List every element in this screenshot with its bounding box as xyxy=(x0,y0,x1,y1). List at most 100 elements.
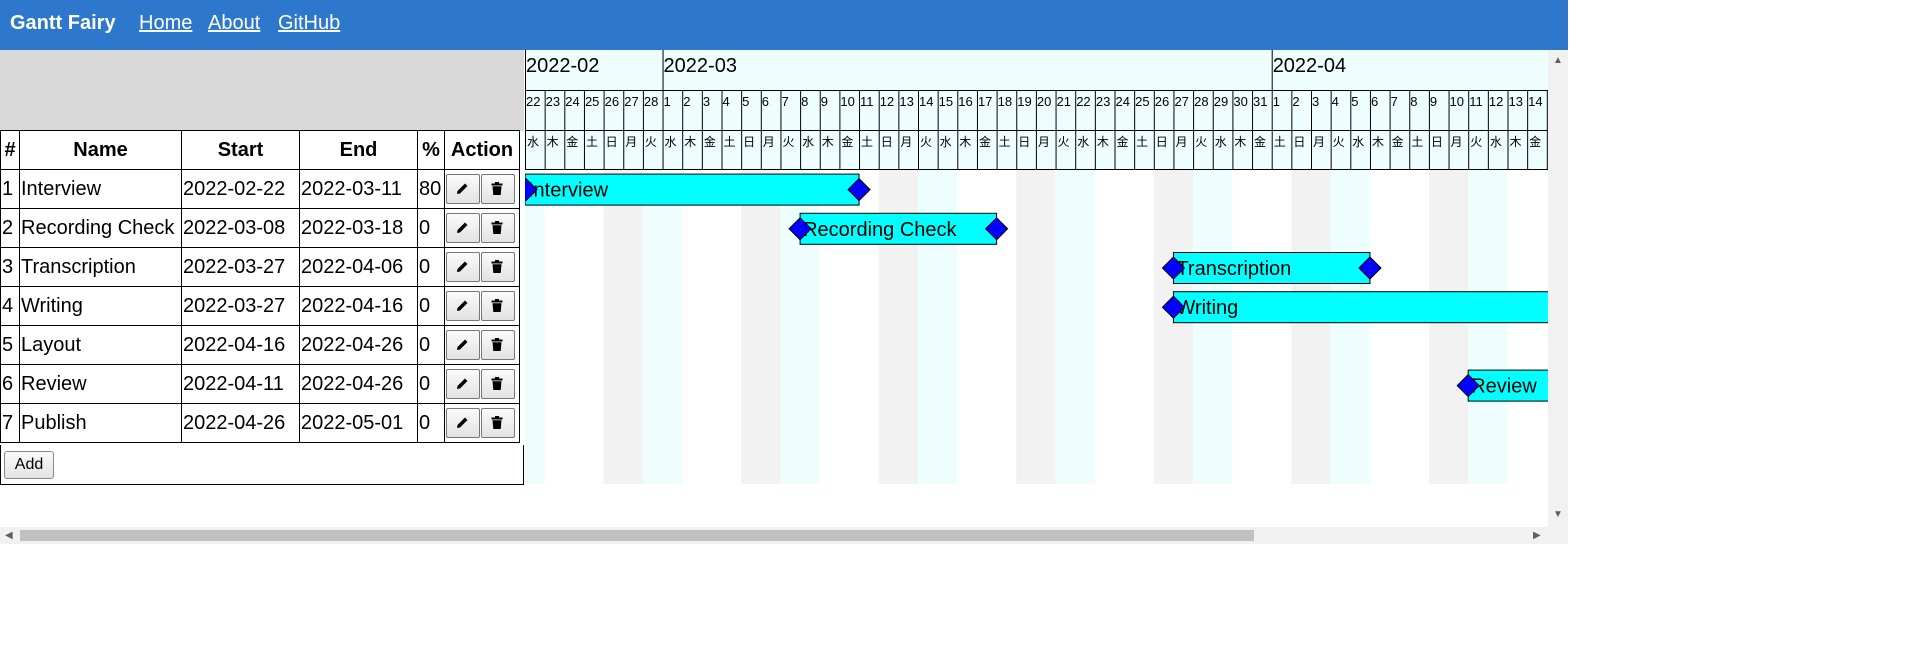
weekday-label: 日 xyxy=(1431,135,1443,149)
edit-task-button[interactable] xyxy=(446,369,480,399)
task-bar-label: Writing xyxy=(1176,297,1238,319)
table-row: 6 Review 2022-04-11 2022-04-26 0 xyxy=(0,364,520,404)
task-start-cell: 2022-03-08 xyxy=(181,208,300,248)
date-label: 31 xyxy=(1253,94,1267,109)
date-label: 19 xyxy=(1017,94,1031,109)
day-column xyxy=(603,170,624,484)
scroll-up-arrow-icon[interactable]: ▲ xyxy=(1553,56,1563,66)
edit-task-button[interactable] xyxy=(446,252,480,282)
date-label: 21 xyxy=(1057,94,1071,109)
day-column xyxy=(1134,170,1154,484)
weekday-label: 水 xyxy=(1215,135,1227,149)
nav-home-link[interactable]: Home xyxy=(139,12,192,35)
date-label: 15 xyxy=(939,94,953,109)
day-column xyxy=(1389,170,1410,484)
weekday-label: 水 xyxy=(1352,135,1364,149)
weekday-label: 水 xyxy=(802,135,814,149)
edit-task-button[interactable] xyxy=(446,291,480,321)
date-label: 4 xyxy=(723,94,730,109)
task-name-cell: Recording Check xyxy=(19,208,182,248)
task-action-cell xyxy=(444,325,520,365)
nav-github-link[interactable]: GitHub xyxy=(278,12,340,35)
weekday-label: 金 xyxy=(1117,134,1129,149)
edit-task-button[interactable] xyxy=(446,330,480,360)
weekday-label: 土 xyxy=(1136,135,1148,149)
task-bar-label: Interview xyxy=(528,180,609,202)
weekday-label: 木 xyxy=(1234,135,1246,149)
day-column xyxy=(544,170,565,484)
weekday-label: 水 xyxy=(527,135,539,149)
horizontal-scrollbar[interactable]: ◀ ▶ xyxy=(0,527,1548,544)
horizontal-scroll-thumb[interactable] xyxy=(20,530,1254,541)
vertical-scrollbar[interactable]: ▲ ▼ xyxy=(1548,50,1568,527)
nav-about-link[interactable]: About xyxy=(208,12,260,35)
edit-task-button[interactable] xyxy=(446,213,480,243)
day-column xyxy=(1173,170,1194,484)
date-label: 29 xyxy=(1214,94,1228,109)
day-column xyxy=(1153,170,1174,484)
task-action-cell xyxy=(444,286,520,326)
day-column xyxy=(1527,170,1547,484)
day-column xyxy=(1075,170,1095,484)
weekday-label: 金 xyxy=(1529,134,1541,149)
date-label: 7 xyxy=(1391,94,1398,109)
date-label: 12 xyxy=(880,94,894,109)
date-label: 28 xyxy=(644,94,658,109)
weekday-label: 金 xyxy=(841,134,853,149)
weekday-label: 水 xyxy=(940,135,952,149)
date-label: 17 xyxy=(978,94,992,109)
scroll-left-arrow-icon[interactable]: ◀ xyxy=(5,531,13,541)
delete-task-button[interactable] xyxy=(481,213,515,243)
weekday-label: 月 xyxy=(625,135,637,149)
weekday-label: 土 xyxy=(861,135,873,149)
weekday-label: 日 xyxy=(606,135,618,149)
date-label: 20 xyxy=(1037,94,1051,109)
weekday-label: 金 xyxy=(566,134,578,149)
weekday-label: 金 xyxy=(704,134,716,149)
day-column xyxy=(1193,170,1213,484)
delete-task-button[interactable] xyxy=(481,291,515,321)
task-start-cell: 2022-04-26 xyxy=(181,403,300,443)
task-table-header-row: # Name Start End % Action xyxy=(0,130,520,170)
add-task-button[interactable]: Add xyxy=(4,451,54,479)
scroll-down-arrow-icon[interactable]: ▼ xyxy=(1553,510,1563,520)
date-label: 6 xyxy=(1371,94,1378,109)
date-label: 13 xyxy=(1509,94,1523,109)
weekday-label: 月 xyxy=(763,135,775,149)
day-column xyxy=(1468,170,1488,484)
date-label: 10 xyxy=(1450,94,1464,109)
weekday-label: 木 xyxy=(822,135,834,149)
date-label: 14 xyxy=(1528,94,1542,109)
delete-task-button[interactable] xyxy=(481,330,515,360)
date-label: 25 xyxy=(1135,94,1149,109)
day-column xyxy=(1409,170,1429,484)
delete-task-button[interactable] xyxy=(481,369,515,399)
delete-task-button[interactable] xyxy=(481,252,515,282)
date-label: 23 xyxy=(546,94,560,109)
day-column xyxy=(1428,170,1449,484)
date-label: 5 xyxy=(742,94,749,109)
task-action-cell xyxy=(444,169,520,209)
weekday-label: 火 xyxy=(1333,135,1345,149)
date-label: 12 xyxy=(1489,94,1503,109)
scroll-right-arrow-icon[interactable]: ▶ xyxy=(1533,531,1541,541)
column-header-action: Action xyxy=(444,130,520,170)
date-label: 18 xyxy=(998,94,1012,109)
brand-logo[interactable]: Gantt Fairy xyxy=(10,12,116,35)
date-label: 9 xyxy=(1430,94,1437,109)
gantt-chart: 2022-02 2022-03 2022-04 22 水 23 木 24 金 25 土 26 日 27 月 2… xyxy=(525,50,1548,484)
task-end-cell: 2022-04-16 xyxy=(299,286,418,326)
delete-task-button[interactable] xyxy=(481,174,515,204)
date-label: 5 xyxy=(1351,94,1358,109)
task-name-cell: Review xyxy=(19,364,182,404)
task-end-cell: 2022-03-18 xyxy=(299,208,418,248)
delete-task-button[interactable] xyxy=(481,408,515,438)
edit-task-button[interactable] xyxy=(446,408,480,438)
date-label: 8 xyxy=(801,94,808,109)
month-label: 2022-03 xyxy=(664,55,737,77)
edit-task-button[interactable] xyxy=(446,174,480,204)
task-name-cell: Writing xyxy=(19,286,182,326)
weekday-label: 火 xyxy=(782,135,794,149)
date-label: 27 xyxy=(1174,94,1188,109)
day-column xyxy=(623,170,643,484)
